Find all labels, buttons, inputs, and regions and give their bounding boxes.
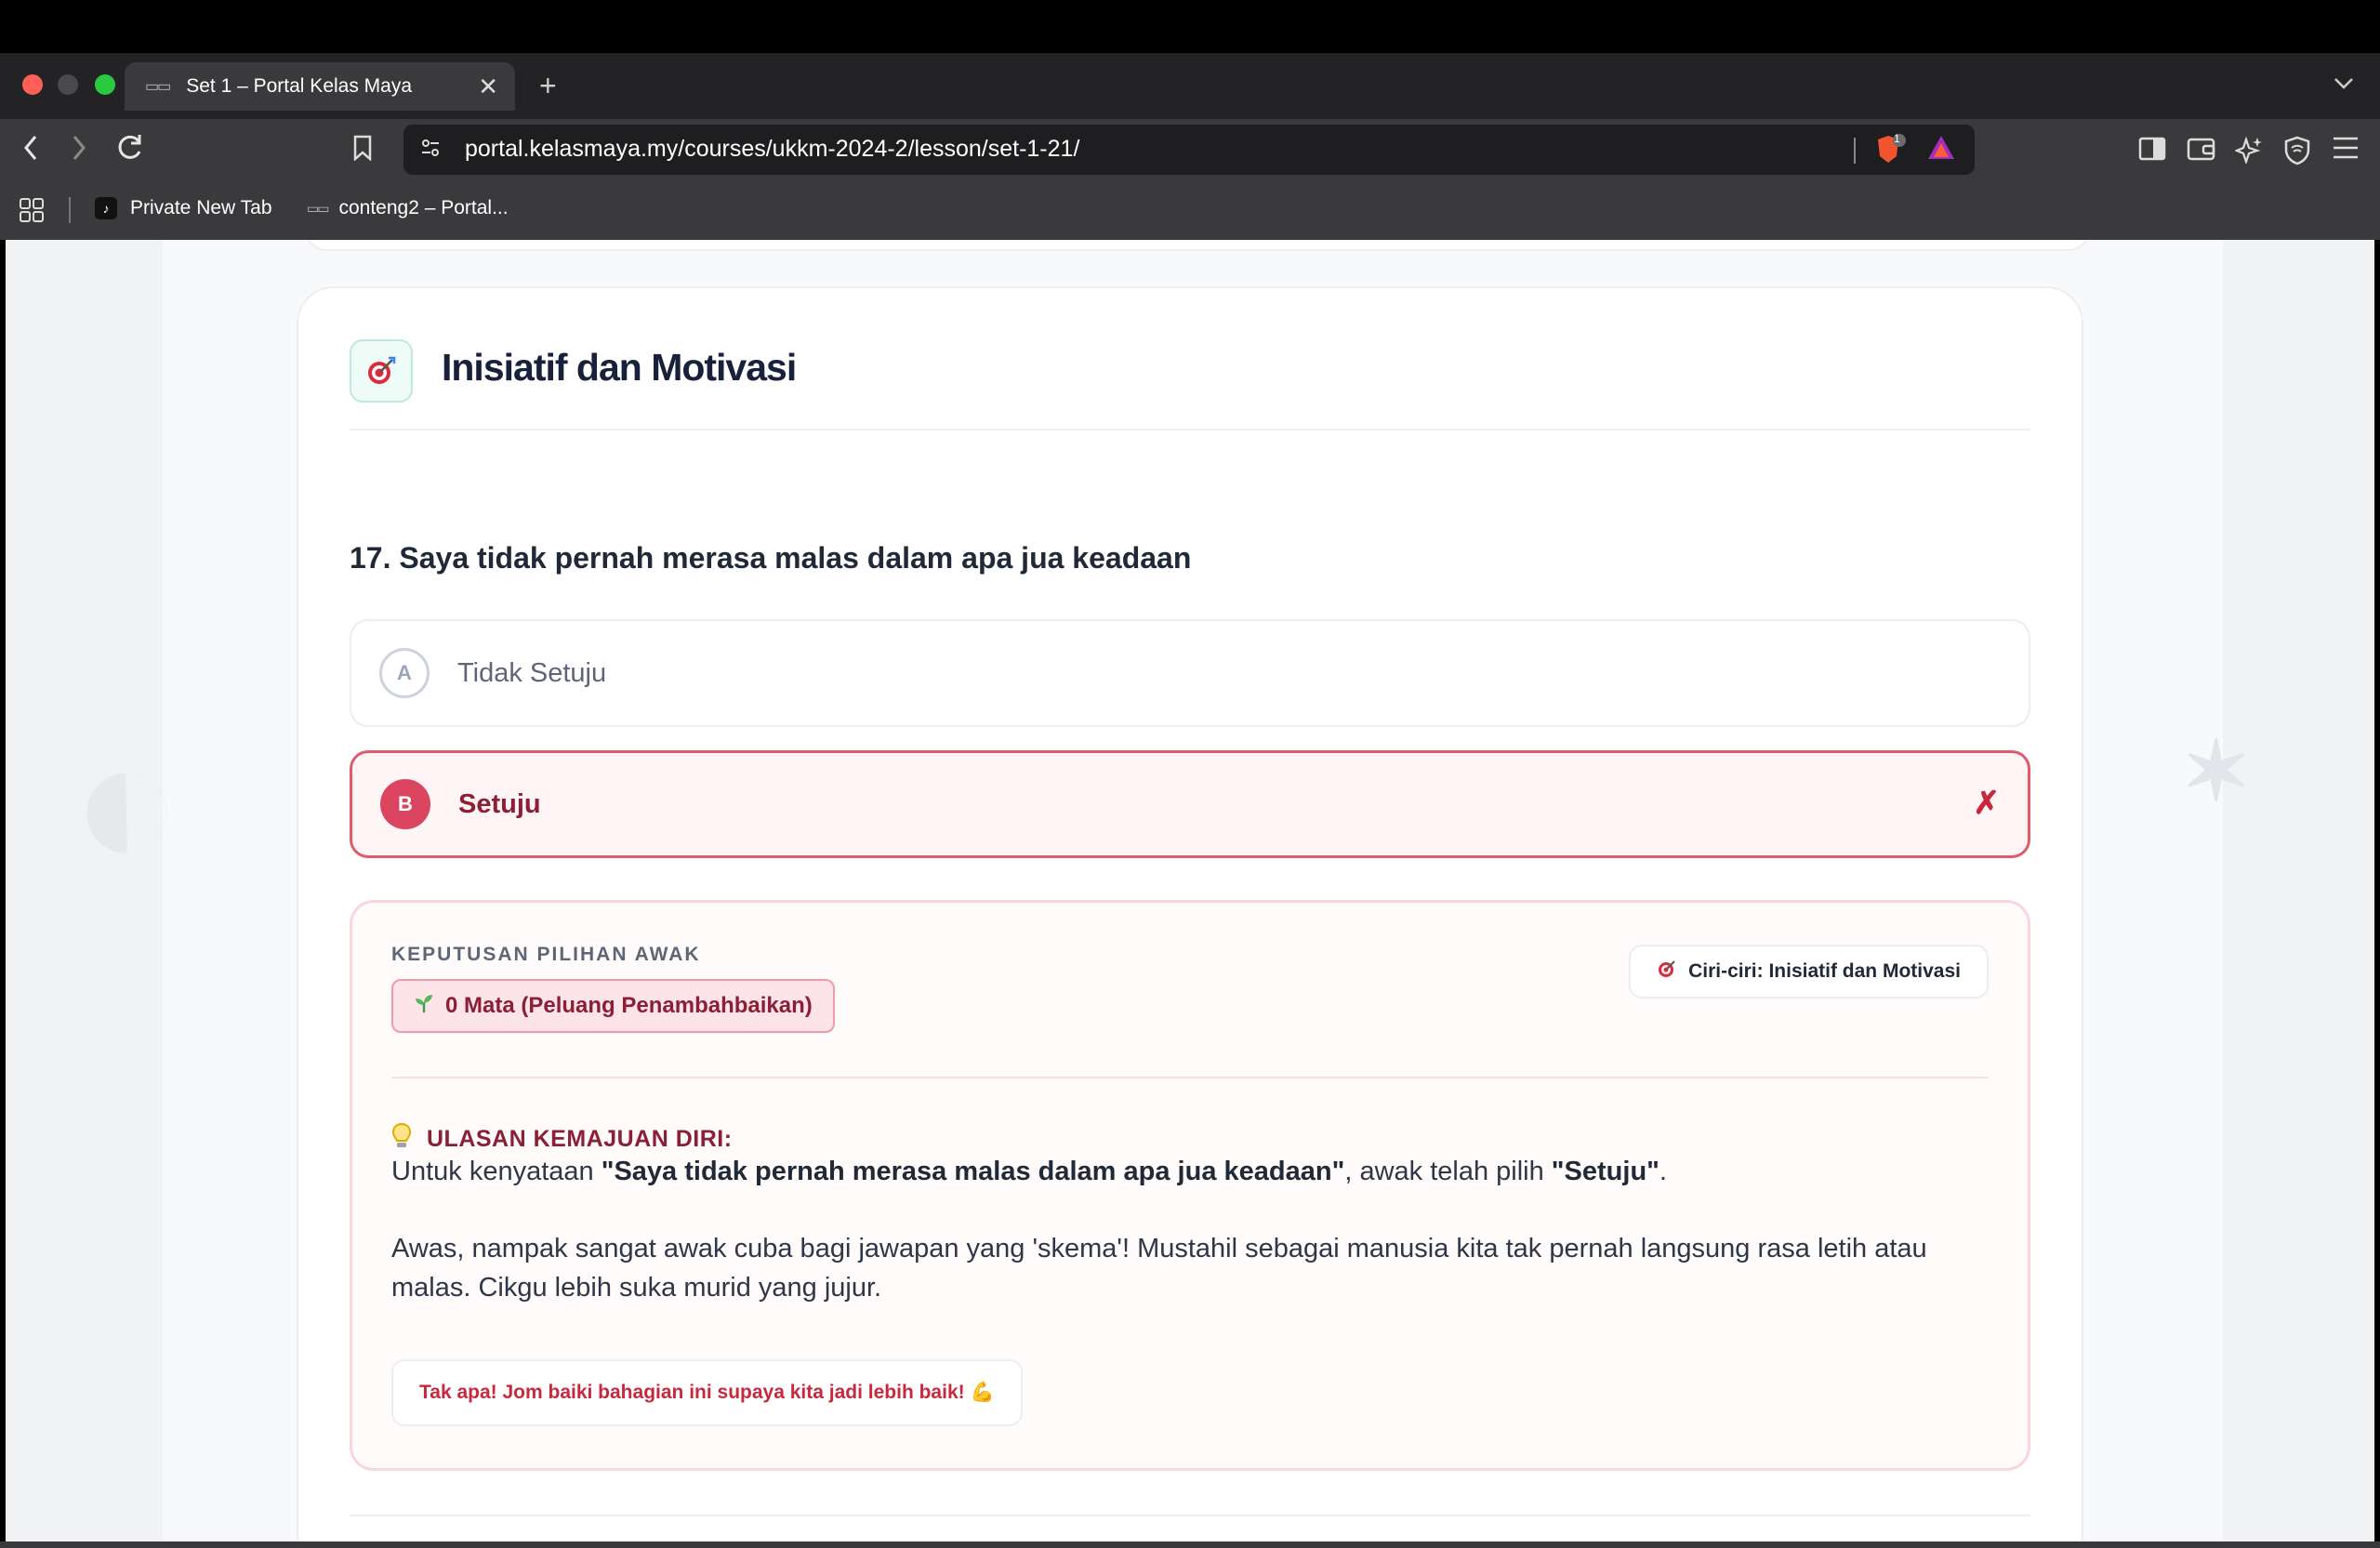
maximize-window-button[interactable] [95,74,115,95]
vpn-shield-icon[interactable] [2283,136,2311,172]
bottom-divider [350,1515,2030,1516]
bookmark-private-new-tab[interactable]: ♪ Private New Tab [95,197,272,219]
main-menu-icon[interactable] [2332,136,2360,166]
sidebar-toggle-icon[interactable] [2138,136,2166,168]
score-badge: 0 Mata (Peluang Penambahbaikan) [391,979,835,1033]
bookmark-divider [69,197,71,223]
question-card: Inisiatif dan Motivasi 17. Saya tidak pe… [297,286,2083,1541]
page-viewport: ◐ ✶ Inisiatif dan Motivasi 17. Saya tida… [6,240,2374,1541]
reload-icon[interactable] [113,131,145,173]
tiktok-icon: ♪ [95,197,117,219]
review-paragraph-2: Awas, nampak sangat awak cuba bagi jawap… [391,1234,1927,1303]
bookmark-conteng2[interactable]: ▭▭ conteng2 – Portal... [307,197,509,219]
bookmark-page-icon[interactable] [353,135,372,162]
star-decoration: ✶ [2181,726,2252,819]
url-divider [1854,138,1856,164]
option-label: Tidak Setuju [457,657,607,688]
leo-ai-icon[interactable] [2234,136,2265,170]
bookmark-label: conteng2 – Portal... [338,197,509,218]
site-settings-icon[interactable] [420,138,441,164]
astronaut-decoration: ◐ [71,698,183,906]
tab-close-icon[interactable]: ✕ [478,73,498,101]
minimize-window-button[interactable] [58,74,78,95]
browser-tab-active[interactable]: ▭▭ Set 1 – Portal Kelas Maya ✕ [125,62,515,111]
section-title: Inisiatif dan Motivasi [442,346,797,389]
review-choice: "Setuju" [1551,1157,1659,1186]
shield-count-badge: 1 [1894,132,1900,145]
score-text: 0 Mata (Peluang Penambahbaikan) [445,993,813,1018]
site-icon: ▭▭ [307,200,330,216]
review-title: ULASAN KEMAJUAN DIRI: [427,1126,733,1152]
window-top-bar [0,0,2380,53]
option-letter: B [380,779,430,829]
review-statement: "Saya tidak pernah merasa malas dalam ap… [601,1157,1345,1186]
url-text[interactable]: portal.kelasmaya.my/courses/ukkm-2024-2/… [465,136,1079,163]
wallet-icon[interactable] [2187,136,2216,168]
tab-title: Set 1 – Portal Kelas Maya [186,75,413,97]
back-arrow-icon[interactable] [19,131,43,173]
brave-rewards-icon[interactable] [1926,134,1956,166]
review-text: . [1659,1157,1667,1186]
previous-card-edge [303,240,2092,251]
option-b-selected[interactable]: B Setuju ✗ [350,750,2030,858]
tab-list-chevron-icon[interactable] [2334,71,2354,97]
trait-text: Ciri-ciri: Inisiatif dan Motivasi [1688,960,1961,982]
review-text: Untuk kenyataan [391,1157,602,1186]
wrong-mark-icon: ✗ [1973,786,2001,821]
bookmark-label: Private New Tab [130,197,272,218]
forward-arrow-icon[interactable] [67,131,91,173]
trait-chip: Ciri-ciri: Inisiatif dan Motivasi [1629,945,1989,999]
option-label: Setuju [458,788,541,819]
option-a[interactable]: A Tidak Setuju [350,619,2030,727]
target-icon [350,339,413,403]
feedback-label: KEPUTUSAN PILIHAN AWAK [391,944,701,965]
new-tab-button[interactable]: + [539,69,557,103]
review-text: , awak telah pilih [1344,1157,1552,1186]
apps-grid-icon[interactable] [19,197,45,228]
feedback-panel: KEPUTUSAN PILIHAN AWAK 0 Mata (Peluang P… [350,900,2030,1471]
brave-shields-icon[interactable]: 1 [1874,132,1906,170]
feedback-divider [391,1077,1989,1078]
review-paragraph-1: Untuk kenyataan "Saya tidak pernah meras… [391,1152,2000,1191]
encouragement-message: Tak apa! Jom baiki bahagian ini supaya k… [391,1359,1023,1426]
target-icon [1657,959,1677,985]
window-bottom-edge [0,1541,2380,1548]
question-text: 17. Saya tidak pernah merasa malas dalam… [350,541,1192,575]
close-window-button[interactable] [22,74,43,95]
option-letter: A [379,648,430,698]
sprout-icon [414,993,434,1019]
site-favicon-icon: ▭▭ [145,79,171,95]
section-divider [350,429,2030,430]
